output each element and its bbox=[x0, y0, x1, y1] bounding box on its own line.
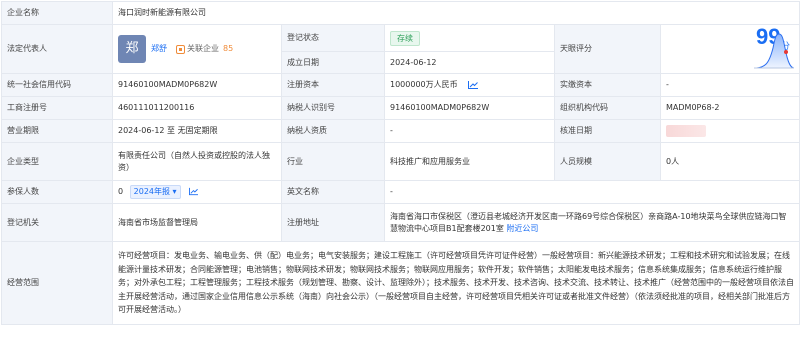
legal-rep-label: 法定代表人 bbox=[1, 24, 113, 74]
nearby-companies-link[interactable]: 附近公司 bbox=[506, 224, 538, 233]
paid-capital-label: 实缴资本 bbox=[554, 73, 661, 97]
avatar: 郑 bbox=[118, 35, 146, 63]
approve-date-cell bbox=[659, 119, 800, 143]
related-label: 关联企业 bbox=[187, 44, 219, 53]
biz-reg-no-value: 460111011200116 bbox=[112, 96, 282, 120]
score-distribution-icon bbox=[754, 33, 795, 69]
insured-value: 0 bbox=[118, 187, 124, 196]
reg-address-label: 注册地址 bbox=[281, 203, 385, 242]
credit-code-value: 91460100MADM0P682W bbox=[112, 73, 282, 97]
company-name-label: 企业名称 bbox=[1, 1, 113, 25]
reg-address-cell: 海南省海口市保税区（澄迈县老城经济开发区南一环路69号综合保税区）亲商路A-10… bbox=[383, 203, 800, 242]
scope-value: 许可经营项目：发电业务、输电业务、供（配）电业务；电气安装服务；建设工程施工（许… bbox=[111, 241, 800, 325]
legal-rep-name-link[interactable]: 郑舒 bbox=[151, 43, 167, 55]
legal-rep-cell: 郑 郑舒 关联企业 85 bbox=[112, 24, 282, 74]
tax-id-value: 91460100MADM0P682W bbox=[384, 96, 555, 120]
tax-id-label: 纳税人识别号 bbox=[281, 96, 385, 120]
tianyan-score-cell[interactable]: 99 分 bbox=[659, 24, 800, 74]
trend-chart-icon[interactable] bbox=[189, 187, 199, 196]
year-report-label: 2024年报 bbox=[133, 187, 170, 196]
industry-label: 行业 bbox=[281, 142, 385, 181]
paid-capital-value: - bbox=[659, 73, 800, 97]
company-info-table: 企业名称 海口润时新能源有限公司 法定代表人 郑 郑舒 关联企业 85 登记状态… bbox=[1, 1, 800, 325]
status-badge: 存续 bbox=[390, 30, 420, 46]
staff-size-value: 0人 bbox=[659, 142, 800, 181]
biz-reg-no-label: 工商注册号 bbox=[1, 96, 113, 120]
industry-value: 科技推广和应用服务业 bbox=[384, 142, 555, 181]
related-companies-link[interactable]: 关联企业 85 bbox=[176, 43, 233, 55]
tianyan-score-label: 天眼评分 bbox=[554, 24, 661, 74]
approve-date-label: 核准日期 bbox=[554, 119, 661, 143]
org-code-value: MADM0P68-2 bbox=[659, 96, 800, 120]
reg-authority-value: 海南省市场监督管理局 bbox=[112, 203, 282, 242]
reg-authority-label: 登记机关 bbox=[1, 203, 113, 242]
staff-size-label: 人员规模 bbox=[554, 142, 661, 181]
reg-address-value: 海南省海口市保税区（澄迈县老城经济开发区南一环路69号综合保税区）亲商路A-10… bbox=[390, 211, 787, 233]
credit-code-label: 统一社会信用代码 bbox=[1, 73, 113, 97]
related-count: 85 bbox=[223, 44, 234, 53]
reg-status-label: 登记状态 bbox=[281, 24, 385, 52]
company-name-value: 海口润时新能源有限公司 bbox=[111, 1, 800, 25]
biz-term-value: 2024-06-12 至 无固定期限 bbox=[112, 119, 282, 143]
english-name-label: 英文名称 bbox=[281, 180, 385, 204]
company-type-label: 企业类型 bbox=[1, 142, 113, 181]
founded-value: 2024-06-12 bbox=[384, 51, 555, 74]
redacted-value bbox=[666, 124, 706, 137]
reg-capital-value: 1000000万人民币 bbox=[390, 80, 458, 89]
english-name-value: - bbox=[383, 180, 800, 204]
reg-capital-cell: 1000000万人民币 bbox=[384, 73, 555, 97]
insured-label: 参保人数 bbox=[1, 180, 113, 204]
founded-label: 成立日期 bbox=[281, 51, 385, 74]
year-report-badge[interactable]: 2024年报 ▾ bbox=[129, 185, 181, 199]
taxpayer-qual-value: - bbox=[384, 119, 555, 143]
company-type-value: 有限责任公司（自然人投资或控股的法人独资） bbox=[112, 142, 282, 181]
biz-term-label: 营业期限 bbox=[1, 119, 113, 143]
reg-capital-label: 注册资本 bbox=[281, 73, 385, 97]
org-code-label: 组织机构代码 bbox=[554, 96, 661, 120]
taxpayer-qual-label: 纳税人资质 bbox=[281, 119, 385, 143]
reg-status-cell: 存续 bbox=[384, 24, 555, 52]
scope-label: 经营范围 bbox=[1, 241, 113, 325]
trend-chart-icon[interactable] bbox=[468, 80, 479, 89]
insured-cell: 0 2024年报 ▾ bbox=[112, 180, 282, 204]
related-company-icon bbox=[176, 44, 185, 54]
